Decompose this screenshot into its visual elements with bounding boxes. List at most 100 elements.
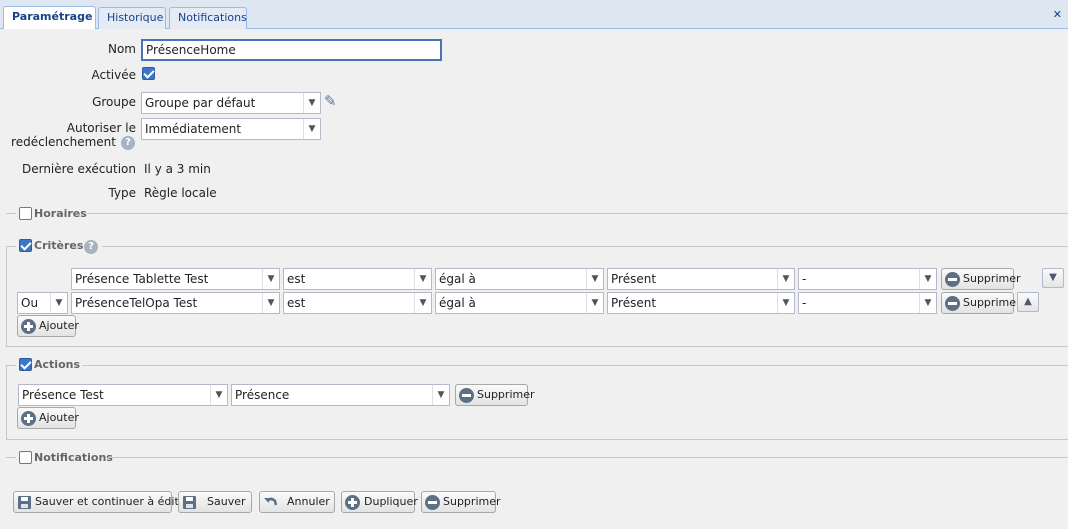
- action-device-select[interactable]: Présence Test ▼: [18, 384, 228, 406]
- critere-op-select[interactable]: est ▼: [283, 292, 432, 314]
- duplicate-label: Dupliquer: [364, 495, 418, 508]
- add-action-button[interactable]: Ajouter: [17, 407, 79, 429]
- critere-connector-value: Ou: [21, 296, 39, 310]
- action-value-select[interactable]: Présence ▼: [231, 384, 450, 406]
- criteres-legend: Critères: [34, 239, 84, 252]
- type-value: Règle locale: [144, 186, 217, 200]
- chevron-down-icon[interactable]: ▼: [777, 293, 794, 313]
- horaires-legend: Horaires: [34, 207, 87, 220]
- notifications-legend: Notifications: [34, 451, 113, 464]
- add-critere-button[interactable]: Ajouter: [17, 315, 79, 337]
- activee-label: Activée: [91, 68, 136, 82]
- save-continue-button[interactable]: Sauver et continuer à éditer: [13, 491, 190, 513]
- critere-delete-button[interactable]: Supprimer: [941, 268, 1021, 290]
- critere-cmp-value: égal à: [439, 296, 476, 310]
- tab-parametrage[interactable]: Paramétrage: [3, 6, 96, 29]
- chevron-down-icon[interactable]: ▼: [303, 93, 320, 113]
- critere-connector-select[interactable]: Ou ▼: [17, 292, 68, 314]
- add-critere-label: Ajouter: [39, 319, 79, 332]
- divider: [102, 246, 1068, 247]
- autoriser-select[interactable]: Immédiatement ▼: [141, 118, 321, 140]
- minus-icon: [945, 272, 960, 287]
- critere-op-select[interactable]: est ▼: [283, 268, 432, 290]
- chevron-down-icon[interactable]: ▼: [262, 293, 279, 313]
- notifications-checkbox[interactable]: [19, 451, 32, 464]
- chevron-down-icon[interactable]: ▼: [262, 269, 279, 289]
- save-label: Sauver: [207, 495, 246, 508]
- move-up-icon[interactable]: ▲: [1017, 292, 1039, 312]
- minus-icon: [459, 388, 474, 403]
- save-button[interactable]: Sauver: [178, 491, 252, 513]
- save-continue-label: Sauver et continuer à éditer: [35, 495, 191, 508]
- critere-device-value: PrésenceTelOpa Test: [75, 296, 198, 310]
- action-value-value: Présence: [235, 388, 290, 402]
- chevron-down-icon[interactable]: ▼: [919, 293, 936, 313]
- close-icon[interactable]: ✕: [1053, 8, 1062, 21]
- actions-legend: Actions: [34, 358, 80, 371]
- critere-value-select[interactable]: Présent ▼: [607, 292, 795, 314]
- criteres-checkbox[interactable]: [19, 239, 32, 252]
- groupe-select-value: Groupe par défaut: [145, 96, 256, 110]
- divider: [6, 213, 16, 214]
- add-action-label: Ajouter: [39, 411, 79, 424]
- chevron-down-icon[interactable]: ▼: [777, 269, 794, 289]
- chevron-down-icon[interactable]: ▼: [210, 385, 227, 405]
- critere-value-value: Présent: [611, 272, 657, 286]
- critere-delete-label: Supprimer: [963, 272, 1021, 285]
- chevron-down-icon[interactable]: ▼: [414, 293, 431, 313]
- duplicate-icon: [345, 495, 360, 510]
- critere-delete-button[interactable]: Supprimer: [941, 292, 1021, 314]
- critere-device-select[interactable]: Présence Tablette Test ▼: [71, 268, 280, 290]
- chevron-down-icon[interactable]: ▼: [919, 269, 936, 289]
- plus-icon: [21, 319, 36, 334]
- rule-form: Nom PrésenceHome Activée Groupe Groupe p…: [0, 30, 1068, 529]
- tab-notifications[interactable]: Notifications: [169, 7, 247, 29]
- delete-rule-button[interactable]: Supprimer: [421, 491, 501, 513]
- minus-icon: [945, 296, 960, 311]
- critere-value-select[interactable]: Présent ▼: [607, 268, 795, 290]
- activee-checkbox[interactable]: [142, 67, 155, 80]
- chevron-down-icon[interactable]: ▼: [586, 293, 603, 313]
- derniere-value: Il y a 3 min: [144, 162, 211, 176]
- critere-device-value: Présence Tablette Test: [75, 272, 209, 286]
- groupe-select[interactable]: Groupe par défaut ▼: [141, 92, 321, 114]
- help-icon[interactable]: ?: [84, 240, 98, 254]
- cancel-label: Annuler: [287, 495, 330, 508]
- critere-op-value: est: [287, 272, 306, 286]
- move-down-icon[interactable]: ▼: [1042, 268, 1064, 288]
- divider: [108, 457, 1068, 458]
- chevron-down-icon[interactable]: ▼: [50, 293, 67, 313]
- divider: [87, 213, 1068, 214]
- critere-cmp-select[interactable]: égal à ▼: [435, 268, 604, 290]
- chevron-down-icon[interactable]: ▼: [586, 269, 603, 289]
- divider: [82, 365, 1068, 366]
- minus-icon: [425, 495, 440, 510]
- nom-label: Nom: [107, 42, 136, 56]
- plus-icon: [21, 411, 36, 426]
- critere-delete-label: Supprimer: [963, 296, 1021, 309]
- critere-extra-select[interactable]: - ▼: [798, 292, 937, 314]
- cancel-button[interactable]: Annuler: [259, 491, 335, 513]
- critere-extra-select[interactable]: - ▼: [798, 268, 937, 290]
- horaires-checkbox[interactable]: [19, 207, 32, 220]
- tab-historique[interactable]: Historique: [98, 7, 166, 29]
- chevron-down-icon[interactable]: ▼: [432, 385, 449, 405]
- groupe-label: Groupe: [92, 95, 136, 109]
- edit-pencil-icon[interactable]: ✎: [324, 92, 337, 110]
- chevron-down-icon[interactable]: ▼: [414, 269, 431, 289]
- help-icon[interactable]: ?: [121, 136, 135, 150]
- floppy-disk-icon: [17, 495, 32, 510]
- critere-cmp-select[interactable]: égal à ▼: [435, 292, 604, 314]
- nom-input[interactable]: PrésenceHome: [141, 39, 442, 61]
- actions-checkbox[interactable]: [19, 358, 32, 371]
- critere-op-value: est: [287, 296, 306, 310]
- delete-rule-label: Supprimer: [443, 495, 501, 508]
- action-device-value: Présence Test: [22, 388, 104, 402]
- action-delete-button[interactable]: Supprimer: [455, 384, 535, 406]
- critere-extra-value: -: [802, 296, 807, 310]
- critere-cmp-value: égal à: [439, 272, 476, 286]
- chevron-down-icon[interactable]: ▼: [303, 119, 320, 139]
- duplicate-button[interactable]: Dupliquer: [341, 491, 418, 513]
- critere-device-select[interactable]: PrésenceTelOpa Test ▼: [71, 292, 280, 314]
- autoriser-select-value: Immédiatement: [145, 122, 242, 136]
